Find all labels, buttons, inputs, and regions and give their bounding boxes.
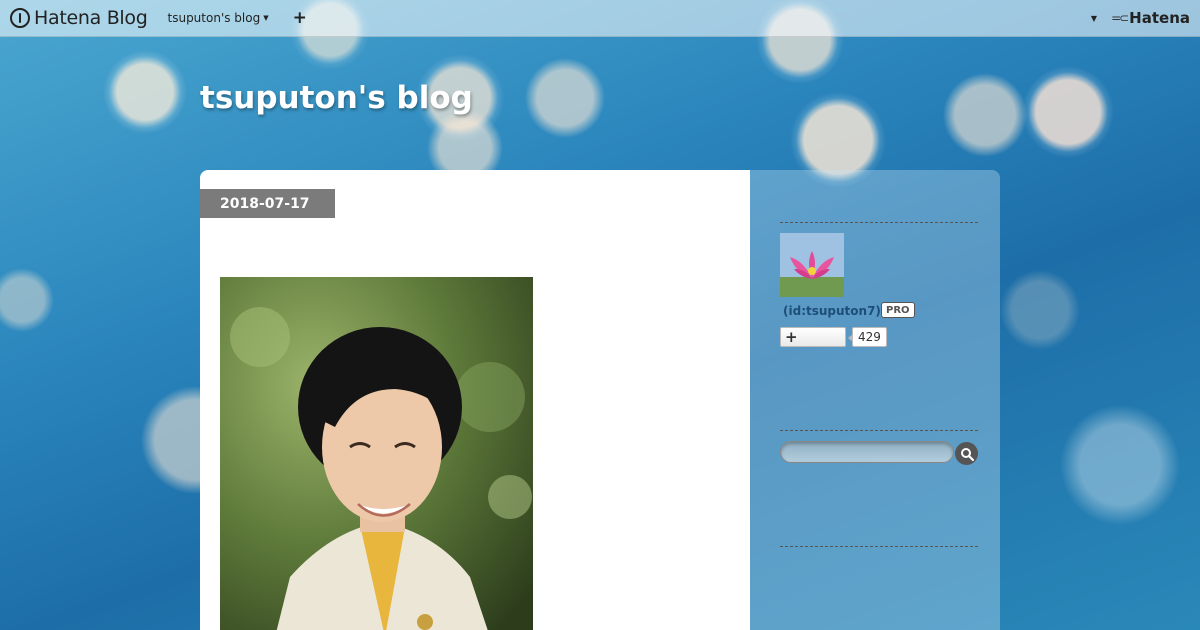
portrait-image	[220, 277, 533, 630]
hatena-blog-logo-icon	[10, 8, 30, 28]
entry-date[interactable]: 2018-07-17	[200, 189, 335, 218]
sidebar-divider	[780, 430, 978, 431]
search-input[interactable]	[780, 441, 954, 463]
avatar[interactable]	[780, 233, 844, 297]
search-button[interactable]	[955, 442, 978, 465]
main-content: 2018-07-17	[200, 170, 750, 630]
user-id-link[interactable]: (id:tsuputon7)	[783, 304, 881, 318]
search-icon	[960, 447, 974, 461]
sidebar: (id:tsuputon7) PRO + 429	[750, 170, 1000, 630]
content-container: 2018-07-17 (id:tsuputon7) PRO + 429	[200, 170, 1000, 630]
hatena-link[interactable]: Hatena	[1129, 9, 1190, 27]
caret-down-icon[interactable]: ▼	[1091, 14, 1097, 23]
nav-right: ▼ =⊂ Hatena	[1088, 9, 1190, 27]
lotus-avatar-image	[780, 233, 844, 297]
entry-photo	[220, 277, 533, 630]
hatena-blog-brand[interactable]: Hatena Blog	[10, 7, 148, 29]
blog-title[interactable]: tsuputon's blog	[200, 80, 473, 116]
add-entry-button[interactable]: +	[293, 9, 307, 27]
blog-switcher-label: tsuputon's blog	[167, 11, 261, 25]
follow-button[interactable]: +	[780, 327, 846, 347]
pro-badge: PRO	[881, 302, 915, 318]
hatena-logo-icon: =⊂	[1111, 11, 1129, 25]
global-nav: Hatena Blog tsuputon's blog ▼ + ▼ =⊂ Hat…	[0, 0, 1200, 37]
blog-switcher[interactable]: tsuputon's blog ▼	[168, 11, 269, 25]
brand-name: Hatena Blog	[34, 7, 148, 29]
sidebar-divider	[780, 546, 978, 547]
caret-down-icon: ▼	[263, 14, 269, 22]
sidebar-divider	[780, 222, 978, 223]
follower-count[interactable]: 429	[848, 327, 887, 347]
